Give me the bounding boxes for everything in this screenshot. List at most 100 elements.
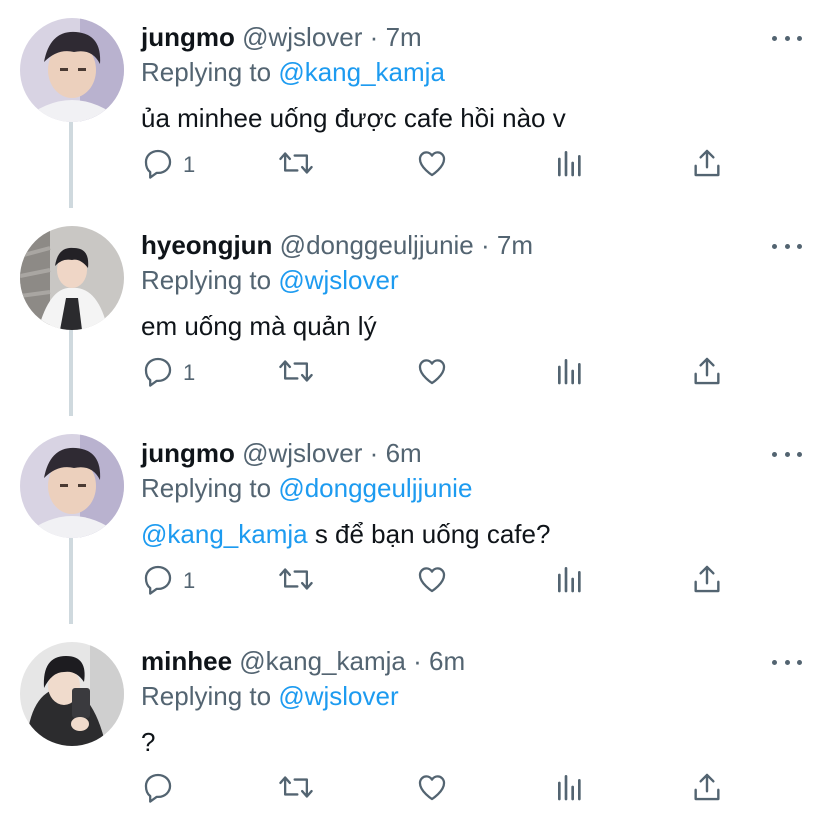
like-button[interactable]: [415, 769, 449, 809]
handle[interactable]: @kang_kamja: [239, 646, 406, 676]
tweet-header: minhee @kang_kamja · 6m: [141, 644, 465, 678]
replying-to: Replying to @wjslover: [141, 679, 399, 713]
avatar[interactable]: [20, 18, 124, 122]
more-icon[interactable]: [772, 652, 802, 672]
tweet-text: em uống mà quản lý: [141, 308, 377, 344]
retweet-button[interactable]: [277, 353, 315, 393]
action-bar: 1: [0, 353, 828, 393]
retweet-icon: [277, 146, 315, 185]
replying-to: Replying to @kang_kamja: [141, 55, 445, 89]
tweet[interactable]: jungmo @wjslover · 6m Replying to @dongg…: [0, 416, 828, 624]
reply-button[interactable]: 1: [141, 145, 195, 185]
reply-icon: [141, 562, 175, 601]
share-icon: [690, 770, 724, 809]
like-icon: [415, 770, 449, 809]
replying-label: Replying to: [141, 57, 272, 87]
tweet[interactable]: jungmo @wjslover · 7m Replying to @kang_…: [0, 0, 828, 208]
display-name[interactable]: hyeongjun: [141, 230, 272, 260]
tweet-header: jungmo @wjslover · 7m: [141, 20, 422, 54]
analytics-icon: [554, 146, 586, 185]
analytics-button[interactable]: [554, 561, 586, 601]
tweet-body: em uống mà quản lý: [141, 311, 377, 341]
reply-icon: [141, 354, 175, 393]
replying-to-link[interactable]: @wjslover: [278, 681, 398, 711]
share-icon: [690, 562, 724, 601]
analytics-icon: [554, 562, 586, 601]
like-button[interactable]: [415, 353, 449, 393]
replying-label: Replying to: [141, 681, 272, 711]
display-name[interactable]: minhee: [141, 646, 232, 676]
tweet-text: @kang_kamja s để bạn uống cafe?: [141, 516, 550, 552]
reply-count: 1: [183, 360, 196, 385]
action-bar: [0, 769, 828, 809]
handle[interactable]: @wjslover: [242, 22, 362, 52]
timestamp[interactable]: 7m: [386, 22, 422, 52]
tweet-body: ủa minhee uống được cafe hồi nào v: [141, 103, 566, 133]
tweet-text: ủa minhee uống được cafe hồi nào v: [141, 100, 566, 136]
share-icon: [690, 146, 724, 185]
analytics-button[interactable]: [554, 145, 586, 185]
retweet-icon: [277, 770, 315, 809]
reply-thread: jungmo @wjslover · 7m Replying to @kang_…: [0, 0, 828, 835]
replying-to-link[interactable]: @wjslover: [278, 265, 398, 295]
action-bar: 1: [0, 145, 828, 185]
timestamp[interactable]: 6m: [429, 646, 465, 676]
display-name[interactable]: jungmo: [141, 438, 235, 468]
retweet-button[interactable]: [277, 145, 315, 185]
avatar[interactable]: [20, 226, 124, 330]
more-icon[interactable]: [772, 28, 802, 48]
more-icon[interactable]: [772, 236, 802, 256]
handle[interactable]: @donggeuljjunie: [280, 230, 474, 260]
analytics-button[interactable]: [554, 353, 586, 393]
handle[interactable]: @wjslover: [242, 438, 362, 468]
action-bar: 1: [0, 561, 828, 601]
reply-count: 1: [183, 568, 196, 593]
separator: ·: [481, 230, 490, 260]
like-button[interactable]: [415, 145, 449, 185]
tweet-body: s để bạn uống cafe?: [307, 519, 551, 549]
separator: ·: [369, 438, 379, 468]
tweet-header: hyeongjun @donggeuljjunie · 7m: [141, 228, 533, 262]
retweet-button[interactable]: [277, 561, 315, 601]
display-name[interactable]: jungmo: [141, 22, 235, 52]
analytics-icon: [554, 354, 586, 393]
more-icon[interactable]: [772, 444, 802, 464]
replying-label: Replying to: [141, 473, 272, 503]
reply-icon: [141, 770, 175, 809]
reply-button[interactable]: 1: [141, 353, 195, 393]
like-icon: [415, 146, 449, 185]
tweet[interactable]: hyeongjun @donggeuljjunie · 7m Replying …: [0, 208, 828, 416]
avatar[interactable]: [20, 642, 124, 746]
avatar[interactable]: [20, 434, 124, 538]
reply-button[interactable]: 1: [141, 561, 195, 601]
replying-to-link[interactable]: @donggeuljjunie: [278, 473, 472, 503]
reply-count: 1: [183, 152, 196, 177]
like-button[interactable]: [415, 561, 449, 601]
analytics-button[interactable]: [554, 769, 586, 809]
separator: ·: [413, 646, 422, 676]
mention-link[interactable]: @kang_kamja: [141, 519, 308, 549]
analytics-icon: [554, 770, 586, 809]
share-button[interactable]: [690, 561, 724, 601]
replying-label: Replying to: [141, 265, 272, 295]
timestamp[interactable]: 6m: [386, 438, 422, 468]
share-button[interactable]: [690, 353, 724, 393]
retweet-icon: [277, 562, 315, 601]
replying-to: Replying to @donggeuljjunie: [141, 471, 472, 505]
replying-to-link[interactable]: @kang_kamja: [278, 57, 445, 87]
like-icon: [415, 354, 449, 393]
like-icon: [415, 562, 449, 601]
separator: ·: [369, 22, 379, 52]
share-button[interactable]: [690, 145, 724, 185]
reply-button[interactable]: [141, 769, 175, 809]
share-button[interactable]: [690, 769, 724, 809]
tweet[interactable]: minhee @kang_kamja · 6m Replying to @wjs…: [0, 624, 828, 835]
tweet-header: jungmo @wjslover · 6m: [141, 436, 422, 470]
tweet-body: ?: [141, 727, 156, 757]
timestamp[interactable]: 7m: [497, 230, 533, 260]
tweet-text: ?: [141, 724, 155, 760]
replying-to: Replying to @wjslover: [141, 263, 399, 297]
reply-icon: [141, 146, 175, 185]
retweet-icon: [277, 354, 315, 393]
retweet-button[interactable]: [277, 769, 315, 809]
